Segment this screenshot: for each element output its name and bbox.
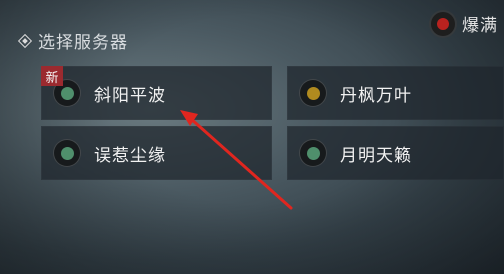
full-status-icon [431,11,455,36]
new-badge: 新 [41,66,63,86]
server-item-xieyang-pingbo[interactable]: 新 斜阳平波 [41,66,272,120]
page-title: 选择服务器 [38,33,128,53]
diamond-icon [17,33,33,48]
server-item-yueming-tianlai[interactable]: 月明天籁 [287,126,504,180]
server-select-header: 选择服务器 [17,28,128,53]
status-icon [54,140,80,166]
server-item-danfeng-wanye[interactable]: 丹枫万叶 [287,66,504,120]
server-name: 月明天籁 [340,145,412,166]
status-icon [300,140,326,166]
status-icon [300,80,326,106]
server-name: 斜阳平波 [94,85,166,106]
server-name: 丹枫万叶 [340,85,412,106]
server-name: 误惹尘缘 [94,145,166,166]
status-legend-full: 爆满 [431,11,498,36]
server-item-wure-chenyuan[interactable]: 误惹尘缘 [41,126,272,180]
legend-label-full: 爆满 [462,16,498,36]
